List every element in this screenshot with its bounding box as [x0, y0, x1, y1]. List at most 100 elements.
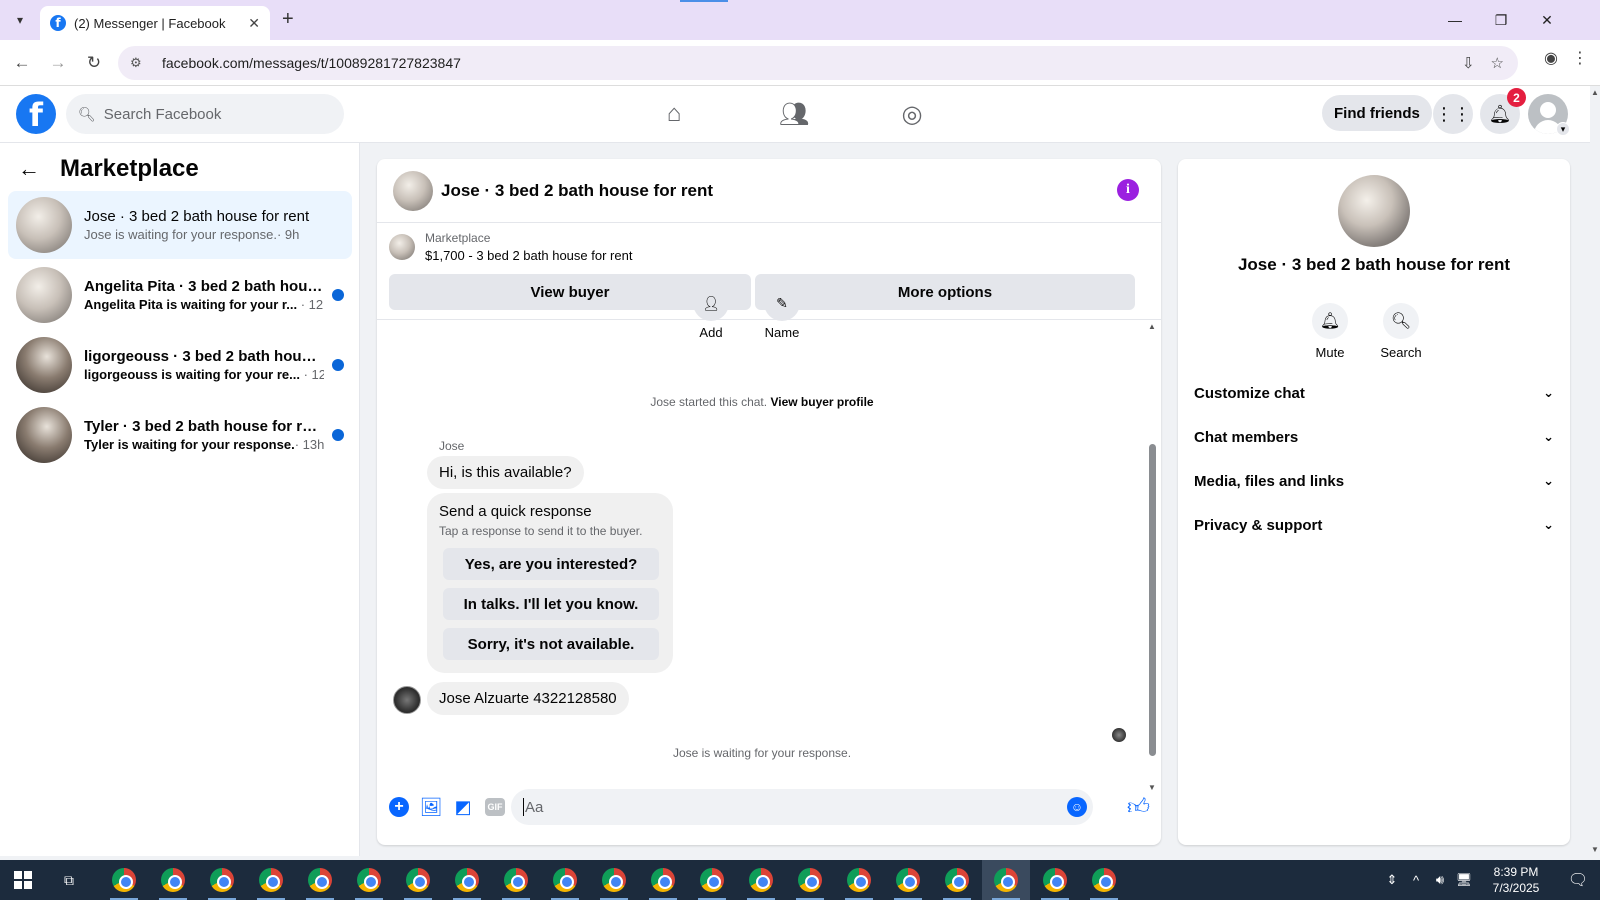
- chrome-taskbar-icon[interactable]: [345, 860, 393, 900]
- windows-start-icon[interactable]: [0, 860, 46, 900]
- conversation-item[interactable]: Tyler · 3 bed 2 bath house for rent Tyle…: [8, 401, 352, 469]
- conversation-item[interactable]: ligorgeouss · 3 bed 2 bath house... ligo…: [8, 331, 352, 399]
- sticker-icon[interactable]: ◩: [447, 791, 479, 823]
- taskbar-scroll-icon[interactable]: ⇕: [1380, 872, 1404, 888]
- friends-icon[interactable]: 👥︎: [776, 96, 812, 132]
- chrome-taskbar-icon[interactable]: [492, 860, 540, 900]
- action-center-icon[interactable]: 🗨︎: [1556, 870, 1600, 890]
- chrome-taskbar-icon[interactable]: [394, 860, 442, 900]
- add-action[interactable]: 👤︎ Add: [693, 285, 729, 340]
- site-settings-icon[interactable]: ⚙: [130, 55, 150, 71]
- search-icon[interactable]: 🔍︎: [1383, 303, 1419, 339]
- listing-thumbnail: [389, 234, 415, 260]
- add-person-icon[interactable]: 👤︎: [693, 285, 729, 321]
- tab-list-chevron-icon[interactable]: ▾: [0, 0, 40, 40]
- row-label: Media, files and links: [1194, 472, 1345, 490]
- emoji-icon[interactable]: ☺: [1067, 797, 1087, 817]
- scrollbar-thumb[interactable]: [1149, 444, 1156, 756]
- conversation-item[interactable]: Angelita Pita · 3 bed 2 bath hous... Ang…: [8, 261, 352, 329]
- reload-icon[interactable]: ↻: [76, 45, 112, 81]
- search-label: Search: [1380, 345, 1422, 360]
- tab-close-icon[interactable]: ✕: [248, 15, 260, 32]
- restore-window-icon[interactable]: ❐: [1478, 0, 1524, 40]
- name-action[interactable]: ✎ Name: [764, 285, 800, 340]
- attach-photo-icon[interactable]: 🖼︎: [415, 791, 447, 823]
- bookmark-star-icon[interactable]: ☆: [1491, 54, 1504, 72]
- install-app-icon[interactable]: ⇩: [1462, 54, 1475, 72]
- chrome-taskbar-icon[interactable]: [688, 860, 736, 900]
- close-window-icon[interactable]: ✕: [1524, 0, 1570, 40]
- show-hidden-icons-chevron-icon[interactable]: ^: [1404, 873, 1428, 888]
- chat-thumbnail[interactable]: [393, 170, 433, 211]
- forward-arrow-icon[interactable]: →: [40, 45, 76, 81]
- notifications-bell-icon[interactable]: 🔔︎ 2: [1480, 88, 1526, 134]
- facebook-search-input[interactable]: 🔍︎ Search Facebook: [66, 94, 344, 134]
- menu-grid-icon[interactable]: ⋮⋮: [1433, 94, 1473, 134]
- account-chevron-down-icon[interactable]: ▾: [1556, 122, 1570, 136]
- listing-photo[interactable]: [1338, 175, 1410, 247]
- volume-icon[interactable]: 🔊︎: [1428, 872, 1452, 888]
- mute-action[interactable]: 🔔︎ Mute: [1300, 303, 1360, 360]
- scroll-up-arrow-icon[interactable]: ▲: [1148, 322, 1156, 331]
- back-arrow-icon[interactable]: ←: [18, 156, 40, 182]
- info-icon[interactable]: i: [1117, 179, 1139, 201]
- find-friends-button[interactable]: Find friends: [1322, 95, 1432, 131]
- scroll-down-arrow-icon[interactable]: ▼: [1591, 845, 1599, 854]
- media-files-links-row[interactable]: Media, files and links ⌄: [1194, 461, 1554, 501]
- home-icon[interactable]: ⌂: [656, 96, 692, 132]
- scroll-up-arrow-icon[interactable]: ▲: [1591, 88, 1599, 97]
- chat-title[interactable]: Jose · 3 bed 2 bath house for rent: [441, 181, 713, 201]
- chrome-taskbar-icon[interactable]: [933, 860, 981, 900]
- pencil-icon[interactable]: ✎: [764, 285, 800, 321]
- task-view-icon[interactable]: ⧉: [46, 860, 92, 900]
- taskbar-clock[interactable]: 8:39 PM 7/3/2025: [1476, 864, 1556, 896]
- browser-menu-icon[interactable]: ⋮: [1572, 48, 1588, 68]
- chrome-taskbar-icon[interactable]: [100, 860, 148, 900]
- minimize-window-icon[interactable]: —: [1432, 0, 1478, 40]
- chrome-taskbar-icon[interactable]: [198, 860, 246, 900]
- customize-chat-row[interactable]: Customize chat ⌄: [1194, 373, 1554, 413]
- message-bubble[interactable]: Jose Alzuarte 4322128580: [427, 682, 629, 715]
- new-tab-plus-icon[interactable]: +: [282, 8, 294, 31]
- chrome-taskbar-icon[interactable]: [639, 860, 687, 900]
- back-arrow-icon[interactable]: ←: [4, 45, 40, 81]
- chrome-taskbar-icon[interactable]: [247, 860, 295, 900]
- chrome-taskbar-icon[interactable]: [443, 860, 491, 900]
- sender-avatar[interactable]: [393, 686, 421, 714]
- chrome-taskbar-icon[interactable]: [541, 860, 589, 900]
- conversation-item[interactable]: Jose · 3 bed 2 bath house for rent Jose …: [8, 191, 352, 259]
- message-bubble[interactable]: Hi, is this available?: [427, 456, 584, 489]
- view-buyer-profile-link[interactable]: View buyer profile: [770, 395, 873, 409]
- chrome-taskbar-icon[interactable]: [1031, 860, 1079, 900]
- quick-response-button[interactable]: In talks. I'll let you know.: [443, 588, 659, 620]
- chrome-taskbar-icon[interactable]: [786, 860, 834, 900]
- bell-icon[interactable]: 🔔︎: [1312, 303, 1348, 339]
- privacy-support-row[interactable]: Privacy & support ⌄: [1194, 505, 1554, 545]
- more-options-button[interactable]: More options: [755, 274, 1135, 310]
- chrome-taskbar-icon[interactable]: [590, 860, 638, 900]
- search-action[interactable]: 🔍︎ Search: [1371, 303, 1431, 360]
- chrome-taskbar-icon[interactable]: [149, 860, 197, 900]
- chat-scrollbar[interactable]: ▲ ▼: [1147, 322, 1157, 792]
- groups-icon[interactable]: ◎: [894, 96, 930, 132]
- more-actions-plus-icon[interactable]: +: [383, 791, 415, 823]
- address-bar[interactable]: ⚙ facebook.com/messages/t/10089281727823…: [118, 46, 1518, 80]
- chrome-taskbar-icon[interactable]: [296, 860, 344, 900]
- quick-response-button[interactable]: Yes, are you interested?: [443, 548, 659, 580]
- chrome-taskbar-icon[interactable]: [835, 860, 883, 900]
- network-icon[interactable]: 🖥︎: [1452, 872, 1476, 888]
- profile-icon[interactable]: ◉: [1544, 48, 1558, 68]
- facebook-logo-icon[interactable]: f: [16, 94, 56, 134]
- chrome-taskbar-icon[interactable]: [737, 860, 785, 900]
- gif-icon[interactable]: GIF: [479, 791, 511, 823]
- chat-started-text: Jose started this chat.: [650, 395, 768, 409]
- thumbs-up-icon[interactable]: 👍︎: [1127, 793, 1150, 820]
- message-input[interactable]: Aa ☺: [511, 789, 1093, 825]
- chrome-taskbar-icon-active[interactable]: [982, 860, 1030, 900]
- chrome-taskbar-icon[interactable]: [1080, 860, 1128, 900]
- page-scrollbar[interactable]: ▲ ▼: [1590, 86, 1600, 856]
- chrome-taskbar-icon[interactable]: [884, 860, 932, 900]
- chat-members-row[interactable]: Chat members ⌄: [1194, 417, 1554, 457]
- browser-tab-messenger[interactable]: f (2) Messenger | Facebook ✕: [40, 6, 270, 40]
- quick-response-button[interactable]: Sorry, it's not available.: [443, 628, 659, 660]
